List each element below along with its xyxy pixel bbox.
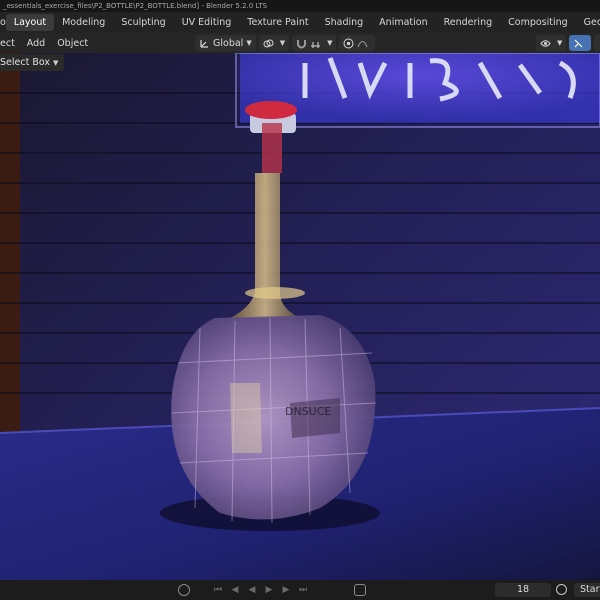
tab-layout[interactable]: Layout xyxy=(5,14,55,31)
pivot-point-dropdown[interactable]: ▼ xyxy=(258,35,290,51)
workspace-tabs-bar: o Layout Modeling Sculpting UV Editing T… xyxy=(0,12,600,33)
visibility-dropdown[interactable]: ▼ xyxy=(536,35,567,51)
chevron-down-icon: ▼ xyxy=(246,39,252,47)
menu-select[interactable]: ect xyxy=(0,38,21,49)
header-tools: Global ▼ ▼ ▼ xyxy=(195,35,378,51)
stopwatch-icon[interactable] xyxy=(556,584,567,595)
transform-axes-icon xyxy=(200,39,208,48)
tab-geometry-nodes[interactable]: Geometry Nodes xyxy=(576,14,600,31)
jump-start-icon[interactable]: ⏮ xyxy=(212,584,224,596)
menu-object[interactable]: Object xyxy=(51,38,94,49)
menu-add[interactable]: Add xyxy=(21,38,51,49)
chevron-down-icon: ▼ xyxy=(53,58,59,67)
tab-shading[interactable]: Shading xyxy=(317,14,372,31)
snap-toggle[interactable]: ▼ xyxy=(292,35,337,51)
snap-grid-icon xyxy=(311,41,321,48)
gizmo-dropdown[interactable]: ▼ xyxy=(594,35,600,51)
workspace-left-edge[interactable]: o xyxy=(0,17,6,28)
tab-uv-editing[interactable]: UV Editing xyxy=(174,14,240,31)
chevron-down-icon: ▼ xyxy=(327,39,333,47)
auto-key-icon[interactable] xyxy=(354,584,366,596)
play-reverse-icon[interactable]: ◀ xyxy=(246,584,258,596)
gizmo-icon xyxy=(574,39,583,47)
record-icon[interactable] xyxy=(178,584,190,596)
header-right-tools: ▼ ▼ xyxy=(536,35,600,51)
chevron-down-icon: ▼ xyxy=(557,39,563,47)
start-frame-field[interactable]: Start xyxy=(574,583,600,597)
transform-orientation-value: Global xyxy=(213,37,244,49)
transform-orientation-dropdown[interactable]: Global ▼ xyxy=(195,35,256,51)
gizmo-toggle[interactable] xyxy=(569,35,592,51)
timeline-bar: ⏮ ◀ ◀ ▶ ▶ ⏭ 18 Start xyxy=(0,580,600,600)
proportional-editing-icon xyxy=(343,38,354,48)
play-icon[interactable]: ▶ xyxy=(263,584,275,596)
playback-controls: ⏮ ◀ ◀ ▶ ▶ ⏭ xyxy=(212,584,314,596)
chevron-down-icon: ▼ xyxy=(279,39,286,47)
tab-modeling[interactable]: Modeling xyxy=(54,14,113,31)
select-mode-value: Select Box xyxy=(0,57,50,68)
tab-animation[interactable]: Animation xyxy=(371,14,435,31)
tab-compositing[interactable]: Compositing xyxy=(500,14,576,31)
prev-keyframe-icon[interactable]: ◀ xyxy=(229,584,241,596)
jump-end-icon[interactable]: ⏭ xyxy=(297,584,309,596)
tab-sculpting[interactable]: Sculpting xyxy=(113,14,173,31)
window-titlebar: _essentials_exercise_files\P2_BOTTLE\P2_… xyxy=(0,0,600,12)
select-mode-dropdown[interactable]: Select Box ▼ xyxy=(0,54,65,71)
viewport-header: ect Add Object Global ▼ ▼ ▼ ▼ xyxy=(0,33,600,53)
link-icon xyxy=(263,39,274,47)
tab-texture-paint[interactable]: Texture Paint xyxy=(239,14,316,31)
eye-icon xyxy=(540,39,551,47)
proportional-editing-toggle[interactable] xyxy=(339,35,376,51)
3d-viewport[interactable]: DNSUCE xyxy=(0,53,600,580)
rendered-scene: DNSUCE xyxy=(0,53,600,580)
svg-text:DNSUCE: DNSUCE xyxy=(285,405,331,418)
tab-rendering[interactable]: Rendering xyxy=(436,14,501,31)
magnet-icon xyxy=(297,39,307,48)
falloff-icon xyxy=(358,40,368,47)
current-frame-field[interactable]: 18 xyxy=(495,583,551,597)
next-keyframe-icon[interactable]: ▶ xyxy=(280,584,292,596)
window-title: _essentials_exercise_files\P2_BOTTLE\P2_… xyxy=(3,2,268,10)
